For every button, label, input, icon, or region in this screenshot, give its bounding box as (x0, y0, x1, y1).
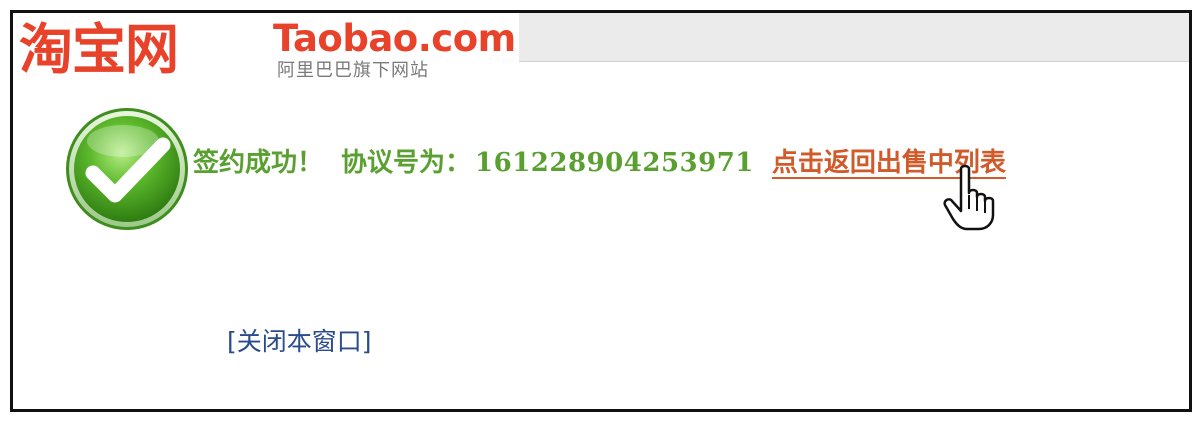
agreement-number: 161228904253971 (475, 148, 754, 178)
agreement-label: 协议号为： (341, 148, 472, 178)
taobao-logo: 淘宝网 Taobao.com 阿里巴巴旗下网站 (19, 15, 519, 95)
header-bar (519, 13, 1189, 62)
success-message: 签约成功！ 协议号为： 161228904253971 点击返回出售中列表 (193, 143, 1006, 183)
close-window-link[interactable]: [关闭本窗口] (227, 325, 372, 359)
logo-english-text: Taobao.com (273, 17, 516, 60)
logo-chinese-text: 淘宝网 (19, 18, 179, 81)
check-circle-icon (66, 108, 188, 230)
dialog-window: 淘宝网 Taobao.com 阿里巴巴旗下网站 签约成功！ 协议号为： 1612… (10, 10, 1192, 412)
hand-pointer-icon (943, 164, 995, 231)
logo-subtitle: 阿里巴巴旗下网站 (277, 60, 429, 81)
success-label: 签约成功！ (193, 148, 324, 178)
